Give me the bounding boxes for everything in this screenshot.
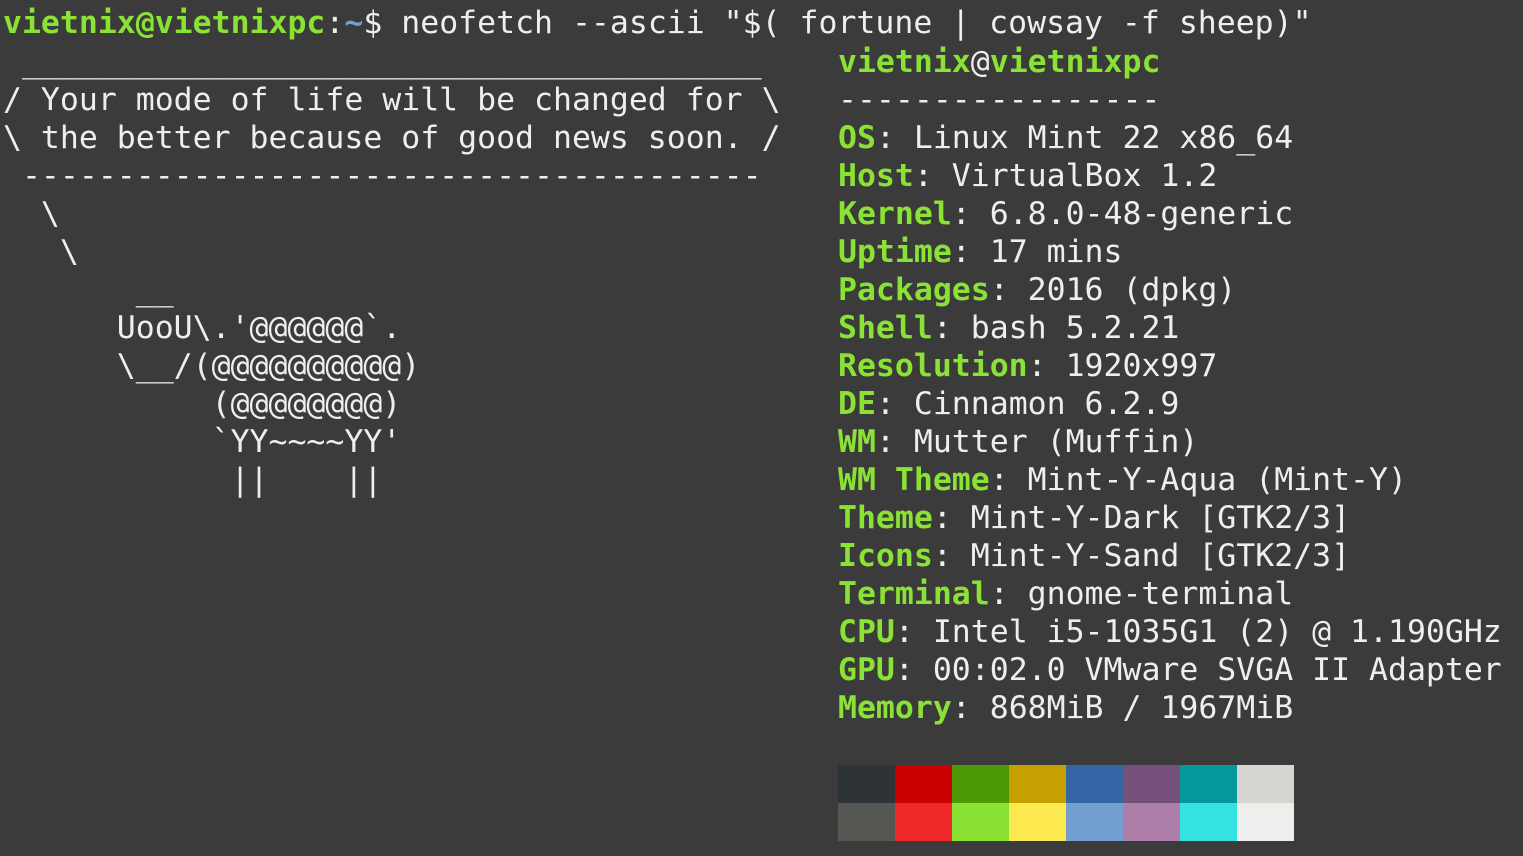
color-swatch-bright-2 <box>952 803 1009 841</box>
sheep-art-2: UooU\.'@@@@@@`. <box>3 310 402 346</box>
info-row: OS: Linux Mint 22 x86_64 <box>838 119 1293 157</box>
color-swatch-normal-2 <box>952 765 1009 803</box>
info-key: DE <box>838 386 876 422</box>
info-key: Host <box>838 158 914 194</box>
info-at: @ <box>970 44 990 80</box>
info-value: : 868MiB / 1967MiB <box>951 690 1294 726</box>
color-swatch-bright-5 <box>1123 803 1180 841</box>
info-value: : Mutter (Muffin) <box>875 424 1199 460</box>
info-key: WM Theme <box>838 462 990 498</box>
info-row: Terminal: gnome-terminal <box>838 575 1293 613</box>
info-key: CPU <box>838 614 895 650</box>
sheep-art-6: || || <box>3 462 383 498</box>
speech-tail-1: \ <box>3 196 60 232</box>
info-key: OS <box>838 120 876 156</box>
info-value: : Linux Mint 22 x86_64 <box>875 120 1294 156</box>
prompt-command: neofetch --ascii "$( fortune | cowsay -f… <box>382 5 1312 41</box>
info-value: : Mint-Y-Dark [GTK2/3] <box>932 500 1351 536</box>
sheep-art-3: \__/(@@@@@@@@@@) <box>3 348 421 384</box>
terminal-window[interactable]: vietnix@vietnixpc:~$ neofetch --ascii "$… <box>0 0 1523 856</box>
color-swatch-normal-5 <box>1123 765 1180 803</box>
sheep-art-5: `YY~~~~YY' <box>3 424 402 460</box>
info-key: Uptime <box>838 234 952 270</box>
info-value: : 00:02.0 VMware SVGA II Adapter <box>894 652 1502 688</box>
color-swatch-bright-0 <box>838 803 895 841</box>
info-row: Host: VirtualBox 1.2 <box>838 157 1217 195</box>
info-value: : bash 5.2.21 <box>932 310 1180 346</box>
color-swatch-normal-3 <box>1009 765 1066 803</box>
info-separator: ----------------- <box>838 82 1161 118</box>
info-row: GPU: 00:02.0 VMware SVGA II Adapter <box>838 651 1502 689</box>
color-swatch-bright-7 <box>1237 803 1294 841</box>
info-value: : 1920x997 <box>1027 348 1218 384</box>
speech-bubble-line-2: \ the better because of good news soon. … <box>3 120 781 156</box>
prompt-colon: : <box>325 5 345 41</box>
color-swatch-normal-7 <box>1237 765 1294 803</box>
sheep-art-1: __ <box>3 272 174 308</box>
info-row: Icons: Mint-Y-Sand [GTK2/3] <box>838 537 1350 575</box>
color-swatch-normal-0 <box>838 765 895 803</box>
info-row: Uptime: 17 mins <box>838 233 1122 271</box>
info-key: WM <box>838 424 876 460</box>
info-row: DE: Cinnamon 6.2.9 <box>838 385 1179 423</box>
color-swatch-normal-1 <box>895 765 952 803</box>
color-swatch-bright-1 <box>895 803 952 841</box>
info-row: CPU: Intel i5-1035G1 (2) @ 1.190GHz <box>838 613 1502 651</box>
info-value: : Cinnamon 6.2.9 <box>875 386 1180 422</box>
info-title: vietnix@vietnixpc <box>838 43 1160 81</box>
info-row: Packages: 2016 (dpkg) <box>838 271 1236 309</box>
info-row: WM: Mutter (Muffin) <box>838 423 1198 461</box>
info-value: : VirtualBox 1.2 <box>913 158 1218 194</box>
info-host: vietnixpc <box>989 44 1161 80</box>
info-row: WM Theme: Mint-Y-Aqua (Mint-Y) <box>838 461 1407 499</box>
info-row: Shell: bash 5.2.21 <box>838 309 1179 347</box>
info-key: Icons <box>838 538 933 574</box>
prompt-line: vietnix@vietnixpc:~$ neofetch --ascii "$… <box>3 4 1312 42</box>
color-palette <box>838 765 1294 841</box>
info-key: Packages <box>838 272 990 308</box>
info-value: : Intel i5-1035G1 (2) @ 1.190GHz <box>894 614 1502 650</box>
info-key: Resolution <box>838 348 1028 384</box>
prompt-user-host: vietnix@vietnixpc <box>3 5 326 41</box>
info-value: : gnome-terminal <box>989 576 1294 612</box>
speech-bubble-top: _______________________________________ <box>3 44 762 80</box>
color-swatch-normal-6 <box>1180 765 1237 803</box>
prompt-dollar: $ <box>363 5 383 41</box>
info-row: Kernel: 6.8.0-48-generic <box>838 195 1293 233</box>
info-key: Terminal <box>838 576 990 612</box>
info-value: : Mint-Y-Aqua (Mint-Y) <box>989 462 1407 498</box>
info-key: Theme <box>838 500 933 536</box>
color-swatch-normal-4 <box>1066 765 1123 803</box>
speech-bubble-bottom: --------------------------------------- <box>3 158 762 194</box>
info-user: vietnix <box>838 44 971 80</box>
color-swatch-bright-6 <box>1180 803 1237 841</box>
info-key: Memory <box>838 690 952 726</box>
info-value: : 6.8.0-48-generic <box>951 196 1294 232</box>
info-row: Resolution: 1920x997 <box>838 347 1217 385</box>
speech-tail-2: \ <box>3 234 79 270</box>
prompt-path: ~ <box>344 5 364 41</box>
color-swatch-bright-4 <box>1066 803 1123 841</box>
info-row: Theme: Mint-Y-Dark [GTK2/3] <box>838 499 1350 537</box>
info-value: : 17 mins <box>951 234 1123 270</box>
color-swatch-bright-3 <box>1009 803 1066 841</box>
info-row: Memory: 868MiB / 1967MiB <box>838 689 1293 727</box>
info-key: GPU <box>838 652 895 688</box>
info-value: : 2016 (dpkg) <box>989 272 1237 308</box>
speech-bubble-line-1: / Your mode of life will be changed for … <box>3 82 781 118</box>
info-key: Kernel <box>838 196 952 232</box>
info-value: : Mint-Y-Sand [GTK2/3] <box>932 538 1351 574</box>
sheep-art-4: (@@@@@@@@) <box>3 386 402 422</box>
info-key: Shell <box>838 310 933 346</box>
